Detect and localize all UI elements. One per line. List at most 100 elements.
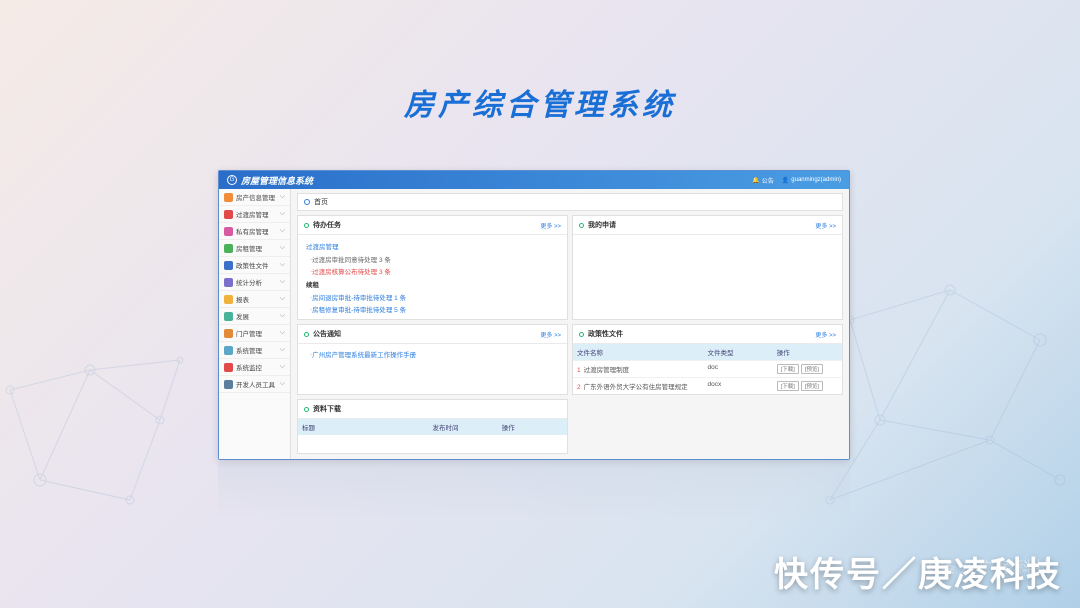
table-row: 1过渡房管理制度 doc [下载][预览] bbox=[573, 360, 842, 377]
main-area: 首页 待办任务 更多 >> 过渡房管理 · 过渡房审批同意待处理 3 条 · 过… bbox=[291, 189, 849, 459]
logo-icon: G bbox=[227, 175, 237, 185]
page-title: 房产综合管理系统 bbox=[0, 0, 1080, 124]
card-policy-more[interactable]: 更多 >> bbox=[815, 330, 836, 339]
chevron-down-icon: ⌵ bbox=[280, 210, 285, 218]
sidebar-item-label: 房产信息管理 bbox=[236, 192, 280, 202]
chevron-down-icon: ⌵ bbox=[280, 261, 285, 269]
sidebar-icon bbox=[224, 261, 233, 270]
sidebar-item-label: 系统监控 bbox=[236, 362, 280, 372]
app-header: G 房屋管理信息系统 🔔 公告 👤 guanmingz(admin) bbox=[219, 171, 849, 189]
chevron-down-icon: ⌵ bbox=[280, 295, 285, 303]
sidebar-icon bbox=[224, 295, 233, 304]
card-dot-icon bbox=[304, 223, 309, 228]
user-menu[interactable]: 👤 guanmingz(admin) bbox=[782, 177, 841, 184]
col-op: 操作 bbox=[498, 419, 567, 435]
sidebar-item[interactable]: 房产信息管理⌵ bbox=[219, 189, 290, 206]
sidebar-item-label: 政策性文件 bbox=[236, 260, 280, 270]
sidebar-item-label: 系统管理 bbox=[236, 345, 280, 355]
sidebar-item-label: 统计分析 bbox=[236, 277, 280, 287]
policy-row-type: docx bbox=[704, 378, 773, 394]
col-time: 发布时间 bbox=[429, 419, 498, 435]
sidebar-item-label: 门户管理 bbox=[236, 328, 280, 338]
sidebar-icon bbox=[224, 346, 233, 355]
sidebar-icon bbox=[224, 363, 233, 372]
policy-row-type: doc bbox=[704, 361, 773, 377]
sidebar-item[interactable]: 系统管理⌵ bbox=[219, 342, 290, 359]
card-notice-more[interactable]: 更多 >> bbox=[540, 330, 561, 339]
chevron-down-icon: ⌵ bbox=[280, 278, 285, 286]
col-op: 操作 bbox=[773, 344, 842, 360]
chevron-down-icon: ⌵ bbox=[280, 244, 285, 252]
chevron-down-icon: ⌵ bbox=[280, 193, 285, 201]
sidebar-icon bbox=[224, 312, 233, 321]
download-table-head: 标题 发布时间 操作 bbox=[298, 419, 567, 435]
card-dot-icon bbox=[579, 332, 584, 337]
breadcrumb-label: 首页 bbox=[314, 197, 328, 207]
app-title: 房屋管理信息系统 bbox=[241, 174, 752, 187]
notice-label: 公告 bbox=[762, 176, 774, 185]
policy-row-name[interactable]: 广东外语外贸大学公有住房管理规定 bbox=[584, 384, 688, 391]
todo-group-0-label: 过渡房管理 bbox=[306, 241, 559, 251]
user-icon: 👤 bbox=[782, 177, 789, 184]
todo-item[interactable]: · 过渡房审批同意待处理 3 条 bbox=[306, 253, 559, 265]
sidebar-icon bbox=[224, 380, 233, 389]
todo-item[interactable]: · 房间退房审批-待审批待处理 1 条 bbox=[306, 291, 559, 303]
todo-item[interactable]: · 房租修复审批-待审批待处理 5 条 bbox=[306, 303, 559, 315]
sidebar-item[interactable]: 门户管理⌵ bbox=[219, 325, 290, 342]
sidebar-item[interactable]: 统计分析⌵ bbox=[219, 274, 290, 291]
card-notice-title: 公告通知 bbox=[313, 329, 540, 339]
sidebar-icon bbox=[224, 193, 233, 202]
sidebar-item-label: 发展 bbox=[236, 311, 280, 321]
card-todo-title: 待办任务 bbox=[313, 220, 540, 230]
sidebar-icon bbox=[224, 244, 233, 253]
sidebar-icon bbox=[224, 329, 233, 338]
sidebar-item-label: 私有房管理 bbox=[236, 226, 280, 236]
sidebar-item[interactable]: 私有房管理⌵ bbox=[219, 223, 290, 240]
breadcrumb-icon bbox=[304, 199, 310, 205]
card-policy-title: 政策性文件 bbox=[588, 329, 815, 339]
chevron-down-icon: ⌵ bbox=[280, 380, 285, 388]
sidebar-icon bbox=[224, 210, 233, 219]
chevron-down-icon: ⌵ bbox=[280, 346, 285, 354]
todo-item[interactable]: · 过渡房核算公布待处理 3 条 bbox=[306, 265, 559, 277]
download-button[interactable]: [下载] bbox=[777, 364, 799, 374]
sidebar-item-label: 报表 bbox=[236, 294, 280, 304]
sidebar-item[interactable]: 开发人员工具⌵ bbox=[219, 376, 290, 393]
watermark-main: 快传号／庚凌科技 bbox=[774, 547, 1062, 596]
sidebar-item[interactable]: 政策性文件⌵ bbox=[219, 257, 290, 274]
sidebar-item[interactable]: 系统监控⌵ bbox=[219, 359, 290, 376]
card-download: 资料下载 标题 发布时间 操作 bbox=[297, 399, 568, 454]
notice-link[interactable]: 🔔 公告 bbox=[752, 176, 774, 185]
card-myapply-title: 我的申请 bbox=[588, 220, 815, 230]
col-name: 标题 bbox=[298, 419, 429, 435]
bell-icon: 🔔 bbox=[752, 177, 759, 184]
chevron-down-icon: ⌵ bbox=[280, 227, 285, 235]
sidebar-item[interactable]: 过渡房管理⌵ bbox=[219, 206, 290, 223]
policy-row-name[interactable]: 过渡房管理制度 bbox=[584, 367, 630, 374]
sidebar-item-label: 开发人员工具 bbox=[236, 379, 280, 389]
card-todo-more[interactable]: 更多 >> bbox=[540, 221, 561, 230]
policy-table-head: 文件名称 文件类型 操作 bbox=[573, 344, 842, 360]
card-policy: 政策性文件 更多 >> 文件名称 文件类型 操作 1过渡房管理制度 doc [下… bbox=[572, 324, 843, 395]
sidebar-item[interactable]: 发展⌵ bbox=[219, 308, 290, 325]
card-notice: 公告通知 更多 >> · 广州房产管理系统最新工作操作手册 bbox=[297, 324, 568, 395]
sidebar-item[interactable]: 房租管理⌵ bbox=[219, 240, 290, 257]
sidebar-icon bbox=[224, 278, 233, 287]
sidebar-item[interactable]: 报表⌵ bbox=[219, 291, 290, 308]
notice-item[interactable]: · 广州房产管理系统最新工作操作手册 bbox=[306, 348, 559, 360]
reflection-decoration bbox=[218, 462, 850, 522]
preview-button[interactable]: [预览] bbox=[801, 364, 823, 374]
user-name: guanmingz(admin) bbox=[791, 177, 841, 183]
card-myapply-more[interactable]: 更多 >> bbox=[815, 221, 836, 230]
col-type: 文件类型 bbox=[704, 344, 773, 360]
breadcrumb: 首页 bbox=[297, 193, 843, 211]
table-row: 2广东外语外贸大学公有住房管理规定 docx [下载][预览] bbox=[573, 377, 842, 394]
chevron-down-icon: ⌵ bbox=[280, 329, 285, 337]
app-window: G 房屋管理信息系统 🔔 公告 👤 guanmingz(admin) 房产信息管… bbox=[218, 170, 850, 460]
download-button[interactable]: [下载] bbox=[777, 381, 799, 391]
preview-button[interactable]: [预览] bbox=[801, 381, 823, 391]
sidebar: 房产信息管理⌵过渡房管理⌵私有房管理⌵房租管理⌵政策性文件⌵统计分析⌵报表⌵发展… bbox=[219, 189, 291, 459]
chevron-down-icon: ⌵ bbox=[280, 312, 285, 320]
card-myapply: 我的申请 更多 >> bbox=[572, 215, 843, 320]
card-dot-icon bbox=[304, 332, 309, 337]
